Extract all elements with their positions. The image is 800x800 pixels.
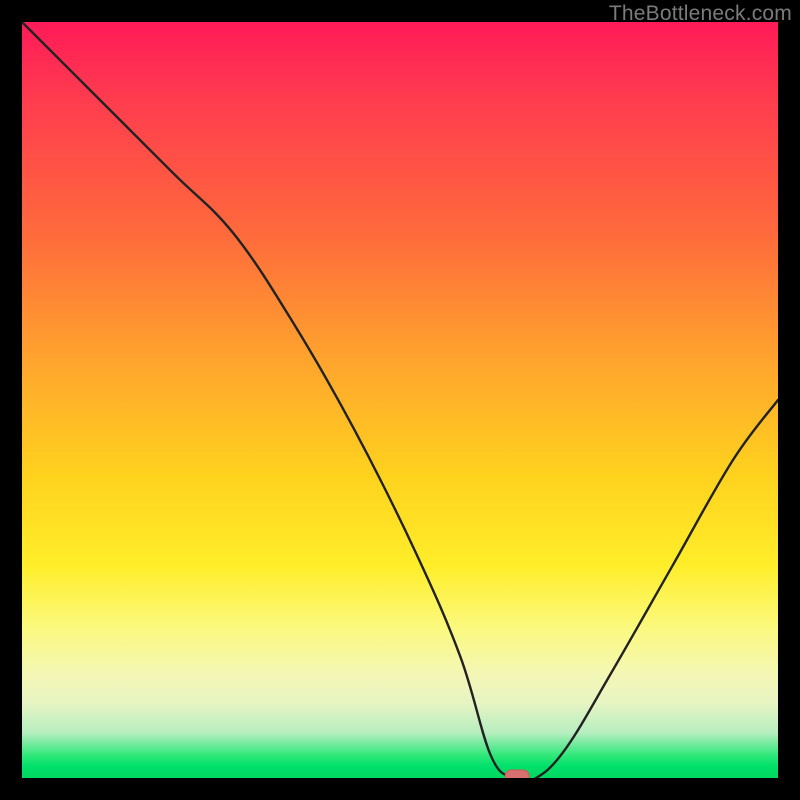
bottleneck-curve <box>22 22 778 778</box>
optimal-point-marker <box>505 770 529 778</box>
plot-area <box>22 22 778 778</box>
curve-layer <box>22 22 778 778</box>
bottleneck-chart: TheBottleneck.com <box>0 0 800 800</box>
attribution-text: TheBottleneck.com <box>609 2 792 26</box>
